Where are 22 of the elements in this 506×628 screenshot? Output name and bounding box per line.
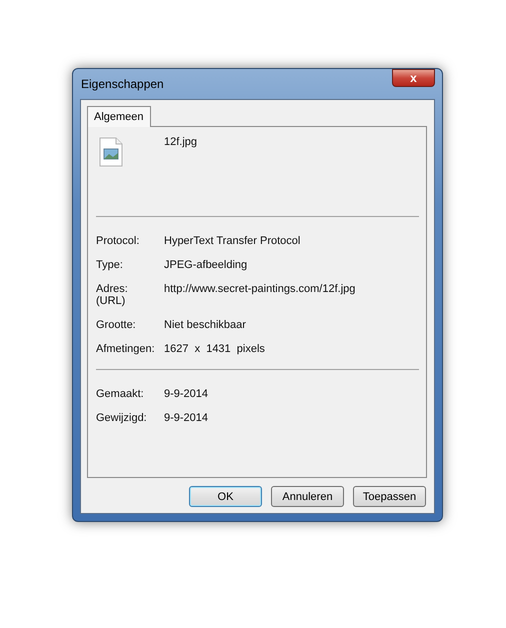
property-value: 1627 x 1431 pixels (164, 343, 265, 355)
property-value: JPEG-afbeelding (164, 259, 248, 271)
dialog-button[interactable]: Annuleren (271, 486, 344, 507)
tab[interactable]: Algemeen (87, 106, 151, 127)
property-label: Grootte: (96, 319, 137, 331)
property-label: Type: (96, 259, 124, 271)
property-label: Protocol: (96, 235, 140, 247)
property-label: Afmetingen: (96, 343, 156, 355)
property-value: HyperText Transfer Protocol (164, 235, 300, 247)
window-title: Eigenschappen (80, 77, 164, 91)
property-value: 9-9-2014 (164, 388, 208, 400)
property-value: http://www.secret-paintings.com/12f.jpg (164, 283, 356, 295)
file-name: 12f.jpg (164, 136, 198, 148)
property-label: Gewijzigd: (96, 412, 148, 424)
property-value: 9-9-2014 (164, 412, 208, 424)
dialog-button[interactable]: Toepassen (353, 486, 426, 507)
property-label: Gemaakt: (96, 388, 145, 400)
property-value: Niet beschikbaar (164, 319, 246, 331)
image-file-icon (99, 137, 123, 167)
close-button[interactable]: x (392, 69, 435, 87)
ok-button[interactable]: OK (189, 486, 262, 507)
property-label: Adres: (URL) (96, 283, 129, 307)
